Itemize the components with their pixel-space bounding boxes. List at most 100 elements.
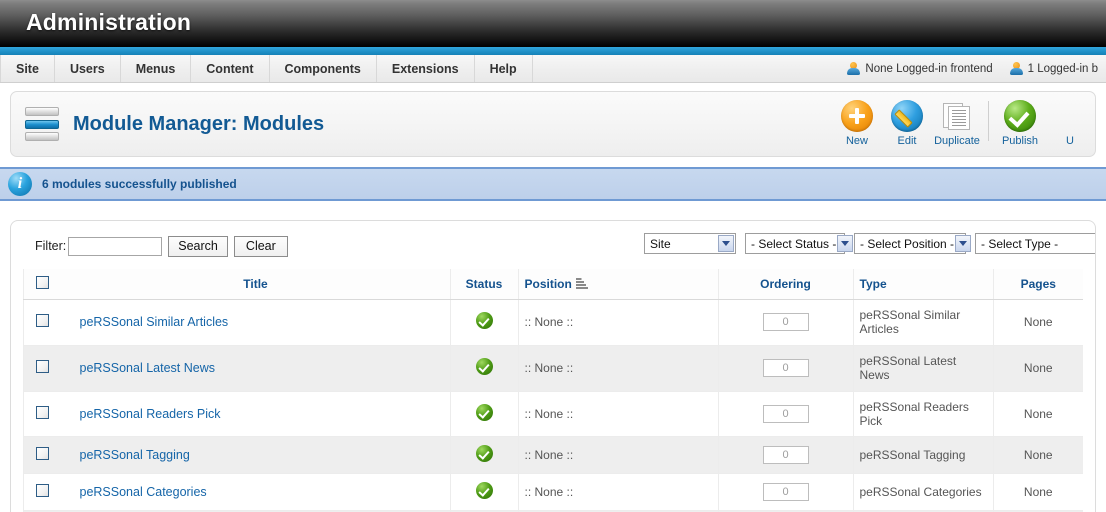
module-table: Title Status Position Ordering Type Page… — [23, 269, 1083, 512]
ordering-input[interactable]: 0 — [762, 483, 809, 502]
type-select[interactable]: - Select Type - — [975, 233, 1095, 254]
info-icon: i — [8, 172, 32, 196]
row-checkbox[interactable] — [36, 484, 50, 498]
header-type[interactable]: Type — [852, 269, 993, 300]
chevron-down-icon — [837, 235, 854, 252]
chevron-down-icon — [718, 235, 734, 252]
row-checkbox[interactable] — [36, 405, 50, 419]
header-position[interactable]: Position — [517, 269, 718, 300]
table-row: peRSSonal Latest News :: None :: 0 peRSS… — [23, 345, 1083, 392]
module-list-panel: Filter: Search Clear Site - Select Statu… — [10, 220, 1096, 512]
admin-title: Administration — [26, 9, 192, 35]
module-title-link[interactable]: peRSSonal Similar Articles — [80, 315, 229, 329]
position-select[interactable]: - Select Position - — [854, 233, 972, 254]
row-checkbox[interactable] — [36, 314, 50, 328]
row-position: :: None :: — [517, 391, 718, 438]
menu-item-components[interactable]: Components — [270, 55, 377, 82]
menu-item-label: Components — [284, 61, 361, 76]
row-type: peRSSonal Similar Articles — [859, 308, 961, 337]
system-message: i 6 modules successfully published — [0, 167, 1106, 201]
status-published-icon[interactable] — [475, 482, 493, 500]
header-ordering[interactable]: Ordering — [717, 269, 853, 300]
row-position: :: None :: — [517, 299, 718, 346]
menu-item-label: Help — [489, 61, 517, 76]
row-pages: None — [992, 473, 1083, 512]
search-input[interactable] — [68, 236, 163, 256]
publish-button-label: Publish — [1001, 135, 1039, 147]
status-select-value: - Select Status - — [751, 236, 837, 251]
status-select[interactable]: - Select Status - — [745, 233, 854, 254]
status-published-icon[interactable] — [475, 358, 493, 376]
status-published-icon[interactable] — [475, 445, 493, 463]
position-select-value: - Select Position - — [860, 236, 955, 251]
menu-item-site[interactable]: Site — [0, 55, 55, 82]
row-pages: None — [992, 299, 1083, 346]
header-pages[interactable]: Pages — [992, 269, 1083, 300]
backend-users-label: 1 Logged-in b — [1027, 62, 1098, 75]
ordering-input[interactable]: 0 — [762, 313, 809, 332]
row-type: peRSSonal Readers Pick — [859, 399, 969, 428]
accent-blue-bar — [0, 47, 1106, 55]
table-header-row: Title Status Position Ordering Type Page… — [23, 269, 1083, 300]
client-select-value: Site — [650, 236, 671, 251]
menu-item-extensions[interactable]: Extensions — [377, 55, 475, 82]
filter-selects: Site - Select Status - - Select Position… — [644, 233, 1095, 254]
admin-topbar: Administration — [0, 0, 1106, 47]
menu-item-users[interactable]: Users — [55, 55, 121, 82]
new-button[interactable]: New — [832, 98, 882, 147]
client-select[interactable]: Site — [644, 233, 736, 254]
table-row: peRSSonal Tagging :: None :: 0 peRSSonal… — [23, 436, 1083, 475]
menu-item-help[interactable]: Help — [475, 55, 533, 82]
row-position: :: None :: — [517, 473, 718, 512]
edit-button[interactable]: Edit — [882, 98, 932, 147]
header-position-label: Position — [524, 277, 572, 291]
status-published-icon[interactable] — [475, 312, 493, 330]
module-title-link[interactable]: peRSSonal Latest News — [80, 361, 216, 375]
page-title: Module Manager: Modules — [73, 112, 325, 135]
filter-search-group: Filter: Search Clear — [35, 235, 288, 257]
module-title-link[interactable]: peRSSonal Categories — [80, 485, 207, 499]
publish-button[interactable]: Publish — [995, 98, 1045, 147]
copy-documents-icon — [941, 100, 973, 132]
row-position: :: None :: — [517, 436, 718, 475]
duplicate-button[interactable]: Duplicate — [932, 98, 982, 147]
ordering-input[interactable]: 0 — [762, 404, 809, 423]
plus-circle-icon — [841, 100, 873, 132]
chevron-down-icon — [955, 235, 972, 252]
ordering-input[interactable]: 0 — [762, 446, 809, 465]
select-all-checkbox[interactable] — [36, 276, 50, 289]
module-title-link[interactable]: peRSSonal Readers Pick — [80, 407, 221, 421]
row-checkbox[interactable] — [36, 447, 50, 461]
sort-descending-icon — [575, 278, 588, 289]
row-checkbox[interactable] — [36, 360, 50, 374]
frontend-users-status[interactable]: None Logged-in frontend — [838, 55, 1000, 82]
menu-item-label: Menus — [135, 61, 176, 76]
ordering-input[interactable]: 0 — [762, 359, 809, 378]
user-icon — [846, 62, 861, 75]
row-position: :: None :: — [517, 345, 718, 392]
menu-item-label: Users — [69, 61, 105, 76]
menu-item-label: Site — [16, 61, 39, 76]
select-all-header — [23, 269, 62, 300]
row-pages: None — [992, 436, 1083, 475]
menu-item-label: Content — [206, 61, 254, 76]
header-title[interactable]: Title — [61, 269, 450, 300]
clear-button[interactable]: Clear — [233, 235, 288, 257]
backend-users-status[interactable]: 1 Logged-in b — [1001, 55, 1106, 82]
menu-item-content[interactable]: Content — [191, 55, 270, 82]
module-icon-bar-blue — [25, 119, 59, 129]
toolbar-divider — [988, 101, 989, 141]
module-title-link[interactable]: peRSSonal Tagging — [80, 448, 190, 462]
unpublish-icon — [1054, 100, 1086, 132]
pencil-circle-icon — [891, 100, 923, 132]
unpublish-button-label: U — [1066, 135, 1074, 147]
search-button[interactable]: Search — [168, 235, 228, 257]
menu-item-menus[interactable]: Menus — [121, 55, 192, 82]
row-type: peRSSonal Latest News — [859, 353, 957, 383]
table-row: peRSSonal Categories :: None :: 0 peRSSo… — [23, 473, 1083, 512]
table-row: peRSSonal Similar Articles :: None :: 0 … — [23, 299, 1083, 346]
unpublish-button[interactable]: U — [1045, 98, 1095, 147]
status-published-icon[interactable] — [475, 403, 493, 421]
module-icon-bar — [25, 132, 59, 141]
header-status[interactable]: Status — [449, 269, 518, 300]
